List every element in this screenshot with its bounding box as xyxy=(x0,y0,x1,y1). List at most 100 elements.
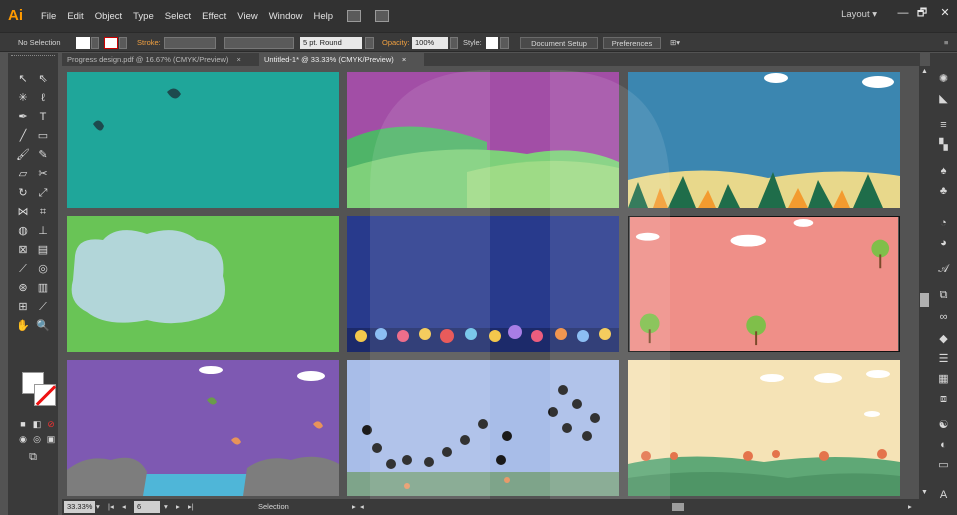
blend-tool-icon[interactable]: ◎ xyxy=(36,263,50,275)
artboard-5[interactable] xyxy=(347,216,619,352)
style-dropdown[interactable] xyxy=(500,37,509,49)
draw-normal-icon[interactable]: ◉ xyxy=(16,433,30,445)
align-icon[interactable]: ☰ xyxy=(937,353,950,365)
draw-behind-icon[interactable]: ◎ xyxy=(30,433,44,445)
pathfinder-icon[interactable]: ⧈ xyxy=(937,393,950,405)
free-transform-tool-icon[interactable]: ⌗ xyxy=(36,206,50,218)
symbol-sprayer-tool-icon[interactable]: ⊛ xyxy=(16,282,30,294)
document-setup-button[interactable]: Document Setup xyxy=(520,37,598,49)
appearance-icon[interactable]: ◔ xyxy=(937,217,950,229)
layers-icon[interactable]: ◕ xyxy=(937,237,950,249)
transparency-icon[interactable]: ◆ xyxy=(937,333,950,345)
paintbrush-tool-icon[interactable]: 🖌 xyxy=(16,149,30,161)
last-artboard-icon[interactable]: ▸| xyxy=(188,499,194,515)
bridge-icon[interactable] xyxy=(347,10,362,22)
shape-builder-tool-icon[interactable]: ◍ xyxy=(16,225,30,237)
status-menu-icon[interactable]: ▸ xyxy=(352,499,356,515)
scissors-tool-icon[interactable]: ✂ xyxy=(36,168,50,180)
opacity-dropdown[interactable] xyxy=(450,37,458,49)
stroke-label[interactable]: Stroke: xyxy=(137,37,161,49)
brushes-icon[interactable]: ▚ xyxy=(937,139,950,151)
next-artboard-icon[interactable]: ▸ xyxy=(176,499,180,515)
brush-dropdown[interactable] xyxy=(365,37,374,49)
menu-type[interactable]: Type xyxy=(133,11,154,22)
magic-wand-tool-icon[interactable]: ✳ xyxy=(16,92,30,104)
scroll-left-icon[interactable]: ◂ xyxy=(360,499,364,515)
mesh-tool-icon[interactable]: ⊠ xyxy=(16,244,30,256)
artboard-number-field[interactable]: 6 xyxy=(134,501,160,513)
pencil-tool-icon[interactable]: ✎ xyxy=(36,149,50,161)
menu-help[interactable]: Help xyxy=(314,11,334,22)
gradient-icon[interactable]: ◐ xyxy=(937,439,950,451)
character-icon[interactable]: A xyxy=(937,489,950,501)
eraser-tool-icon[interactable]: ▱ xyxy=(16,168,30,180)
rectangle-tool-icon[interactable]: ▭ xyxy=(36,130,50,142)
selection-tool-icon[interactable]: ↖ xyxy=(16,73,30,85)
artboards-icon[interactable]: ⧉ xyxy=(937,289,950,301)
artboard-4[interactable] xyxy=(67,216,339,352)
graphic-style-swatch[interactable] xyxy=(486,37,498,49)
artboard-9[interactable] xyxy=(628,360,900,496)
panel-grip[interactable] xyxy=(11,55,55,59)
none-mode-icon[interactable]: ⊘ xyxy=(44,418,58,430)
hand-tool-icon[interactable]: ✋ xyxy=(16,320,30,332)
menu-file[interactable]: File xyxy=(41,11,56,22)
line-tool-icon[interactable]: ╱ xyxy=(16,130,30,142)
lasso-tool-icon[interactable]: ℓ xyxy=(36,92,50,104)
graphic-panel-icon[interactable]: ▭ xyxy=(937,459,950,471)
arrange-icon[interactable]: ⊞▾ xyxy=(670,37,680,49)
workspace-switcher[interactable]: Layout ▾ xyxy=(841,9,877,20)
zoom-level-field[interactable]: 33.33% xyxy=(64,501,96,513)
width-tool-icon[interactable]: ⋈ xyxy=(16,206,30,218)
menu-view[interactable]: View xyxy=(237,11,257,22)
preferences-button[interactable]: Preferences xyxy=(603,37,661,49)
artboard-2[interactable] xyxy=(347,72,619,208)
opacity-label[interactable]: Opacity: xyxy=(382,37,410,49)
previous-artboard-icon[interactable]: ◂ xyxy=(122,499,126,515)
column-graph-tool-icon[interactable]: ▥ xyxy=(36,282,50,294)
artboard-canvas[interactable] xyxy=(62,66,920,499)
menu-select[interactable]: Select xyxy=(165,11,191,22)
menu-window[interactable]: Window xyxy=(269,11,303,22)
menu-object[interactable]: Object xyxy=(95,11,122,22)
perspective-tool-icon[interactable]: ⊥ xyxy=(36,225,50,237)
stroke-dropdown[interactable] xyxy=(119,37,127,49)
arrange-documents-icon[interactable] xyxy=(375,10,390,22)
scroll-right-icon[interactable]: ▸ xyxy=(908,499,912,515)
artboard-7[interactable] xyxy=(67,360,339,496)
fill-stroke-mode-icons[interactable]: ■ xyxy=(16,418,30,430)
pen-tool-icon[interactable]: ✒ xyxy=(16,111,30,123)
artboard-tool-icon[interactable]: ⊞ xyxy=(16,301,30,313)
stroke-weight-field[interactable] xyxy=(164,37,216,49)
rotate-tool-icon[interactable]: ↻ xyxy=(16,187,30,199)
brush-definition[interactable]: 5 pt. Round xyxy=(300,37,362,49)
variable-width-profile[interactable] xyxy=(224,37,294,49)
color-guide-icon[interactable]: ◣ xyxy=(937,93,950,105)
draw-inside-icon[interactable]: ▣ xyxy=(44,433,58,445)
vertical-scroll-thumb[interactable] xyxy=(920,293,929,307)
artboard-1[interactable] xyxy=(67,72,339,208)
direct-selection-tool-icon[interactable]: ⇖ xyxy=(36,73,50,85)
restore-button[interactable]: 🗗 xyxy=(912,5,932,21)
type-icon[interactable]: 𝒜 xyxy=(937,263,950,275)
color-icon[interactable]: ✺ xyxy=(937,73,950,85)
tab-close-icon[interactable]: × xyxy=(402,55,406,64)
slice-tool-icon[interactable]: ⟋ xyxy=(36,301,50,313)
stroke-icon[interactable]: ☯ xyxy=(937,419,950,431)
scroll-down-icon[interactable]: ▼ xyxy=(921,489,928,496)
screen-mode-icon[interactable]: ⧉ xyxy=(26,451,40,463)
horizontal-scroll-thumb[interactable] xyxy=(672,503,684,511)
scroll-up-icon[interactable]: ▲ xyxy=(921,68,928,75)
panel-menu-icon[interactable]: ≡ xyxy=(944,37,948,49)
opacity-field[interactable]: 100% xyxy=(412,37,448,49)
stroke-color-box[interactable] xyxy=(34,384,56,406)
links-icon[interactable]: ∞ xyxy=(937,311,950,323)
menu-edit[interactable]: Edit xyxy=(67,11,83,22)
artboard-8[interactable] xyxy=(347,360,619,496)
zoom-dropdown-icon[interactable]: ▾ xyxy=(96,499,100,515)
first-artboard-icon[interactable]: |◂ xyxy=(108,499,114,515)
fill-color-swatch[interactable] xyxy=(76,37,90,49)
fill-dropdown[interactable] xyxy=(91,37,99,49)
artboard-3[interactable] xyxy=(628,72,900,208)
vertical-scrollbar[interactable]: ▲ ▼ xyxy=(919,66,930,499)
